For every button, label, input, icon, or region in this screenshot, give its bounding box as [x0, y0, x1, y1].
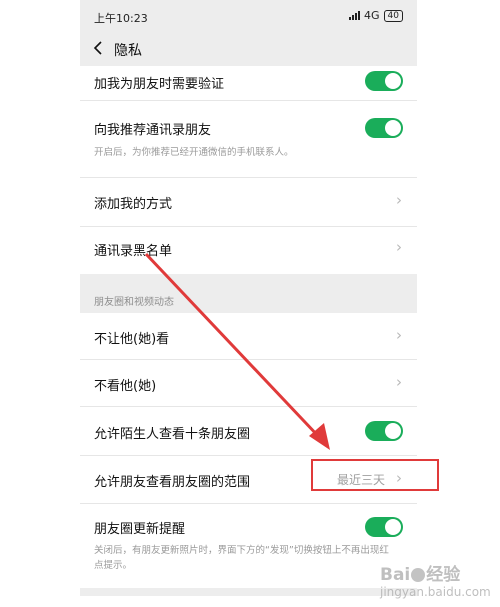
watermark-sub: jingyan.baidu.com — [380, 585, 491, 599]
paw-icon — [411, 568, 426, 582]
watermark-text: Bai — [380, 565, 411, 585]
watermark-text2: 经验 — [426, 565, 461, 585]
baidu-watermark: Bai 经验 jingyan.baidu.com — [380, 560, 491, 599]
annotation-arrow — [144, 252, 330, 450]
